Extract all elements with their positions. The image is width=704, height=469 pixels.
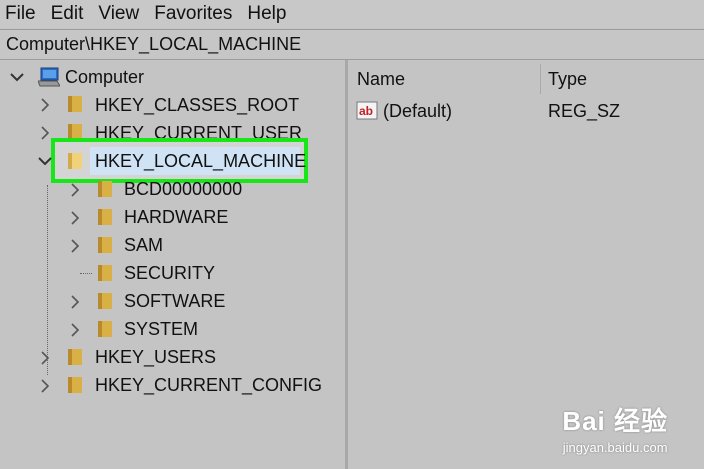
watermark-brand: Bai 经验 bbox=[562, 406, 668, 436]
collapse-chevron[interactable] bbox=[10, 67, 24, 87]
menu-bar: File Edit View Favorites Help bbox=[0, 0, 704, 28]
watermark: Bai 经验 jingyan.baidu.com bbox=[562, 401, 668, 455]
tree-item-system[interactable]: SYSTEM bbox=[124, 315, 198, 343]
folder-icon bbox=[96, 208, 114, 226]
folder-icon bbox=[96, 180, 114, 198]
column-header-type[interactable]: Type bbox=[548, 60, 587, 96]
expand-chevron[interactable] bbox=[38, 348, 52, 368]
folder-open-icon bbox=[66, 152, 84, 170]
tree-item-hkey-local-machine[interactable]: HKEY_LOCAL_MACHINE bbox=[95, 147, 306, 175]
string-value-icon: ab bbox=[356, 101, 380, 121]
folder-icon bbox=[66, 376, 84, 394]
value-type: REG_SZ bbox=[548, 101, 621, 121]
value-name[interactable]: (Default) bbox=[383, 97, 452, 125]
tree-root-computer[interactable]: Computer bbox=[65, 63, 144, 91]
tree-item-security[interactable]: SECURITY bbox=[124, 259, 215, 287]
expand-chevron[interactable] bbox=[68, 292, 82, 312]
expand-chevron[interactable] bbox=[68, 236, 82, 256]
folder-icon bbox=[66, 95, 84, 113]
tree-item-hkey-classes-root[interactable]: HKEY_CLASSES_ROOT bbox=[95, 91, 299, 119]
tree-item-hkey-current-config[interactable]: HKEY_CURRENT_CONFIG bbox=[95, 371, 322, 399]
menu-view[interactable]: View bbox=[92, 0, 145, 28]
menu-favorites[interactable]: Favorites bbox=[148, 0, 238, 28]
tree-item-hardware[interactable]: HARDWARE bbox=[124, 203, 228, 231]
expand-chevron[interactable] bbox=[68, 180, 82, 200]
column-separator[interactable] bbox=[540, 64, 541, 94]
menu-edit[interactable]: Edit bbox=[45, 0, 90, 28]
tree-item-hkey-users[interactable]: HKEY_USERS bbox=[95, 343, 216, 371]
expand-chevron[interactable] bbox=[38, 376, 52, 396]
expand-chevron[interactable] bbox=[68, 208, 82, 228]
address-bar[interactable]: Computer\HKEY_LOCAL_MACHINE bbox=[0, 29, 704, 60]
folder-icon bbox=[66, 348, 84, 366]
expand-chevron[interactable] bbox=[68, 320, 82, 340]
watermark-url: jingyan.baidu.com bbox=[562, 440, 668, 455]
tree-item-software[interactable]: SOFTWARE bbox=[124, 287, 225, 315]
folder-icon bbox=[96, 320, 114, 338]
tree-item-sam[interactable]: SAM bbox=[124, 231, 163, 259]
tree-item-bcd00000000[interactable]: BCD00000000 bbox=[124, 175, 242, 203]
tree-guide-line bbox=[80, 273, 92, 274]
svg-text:ab: ab bbox=[359, 104, 373, 118]
expand-chevron[interactable] bbox=[38, 95, 52, 115]
collapse-chevron[interactable] bbox=[38, 151, 52, 171]
folder-icon bbox=[96, 292, 114, 310]
menu-help[interactable]: Help bbox=[241, 0, 292, 28]
folder-icon bbox=[96, 264, 114, 282]
expand-chevron[interactable] bbox=[38, 123, 52, 143]
computer-icon bbox=[37, 67, 61, 87]
folder-icon bbox=[96, 236, 114, 254]
column-header-name[interactable]: Name bbox=[357, 60, 405, 96]
tree-guide-line bbox=[47, 185, 48, 375]
menu-file[interactable]: File bbox=[0, 0, 42, 28]
